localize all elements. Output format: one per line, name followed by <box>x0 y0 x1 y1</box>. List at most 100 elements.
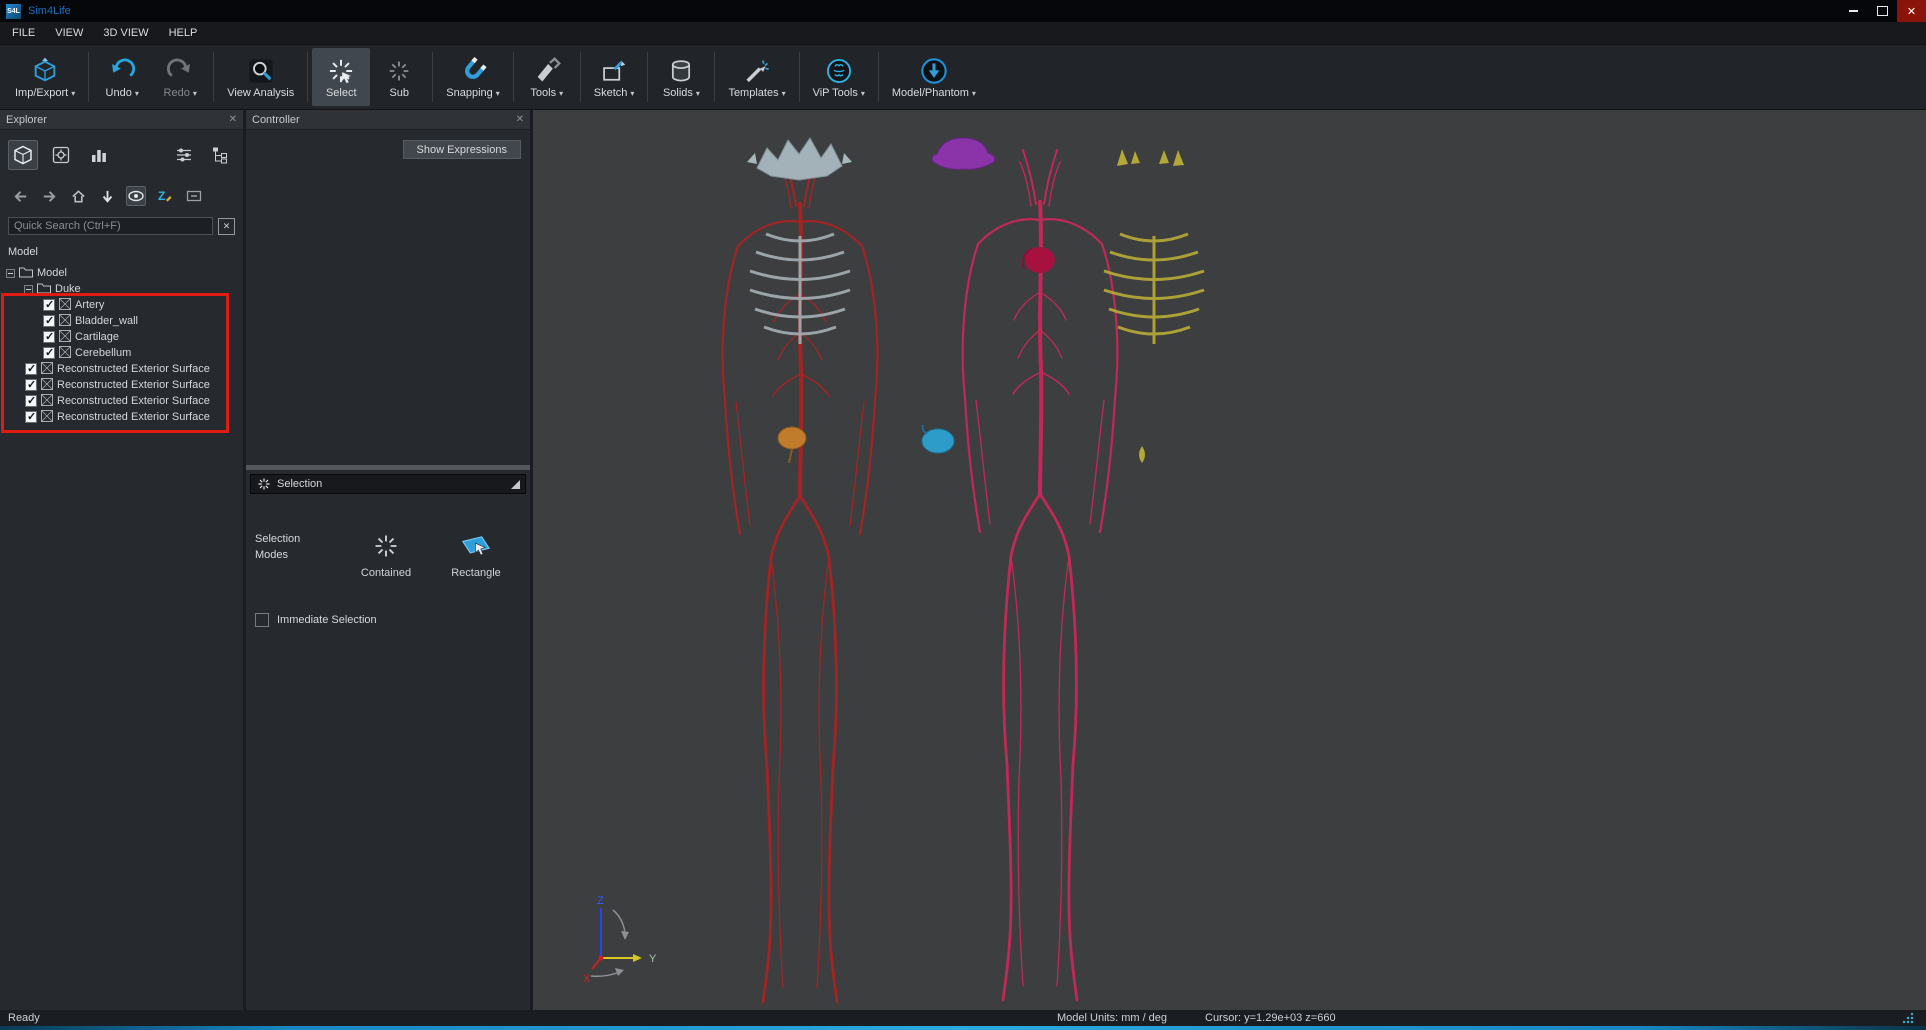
select-button[interactable]: Select <box>312 48 370 106</box>
controller-title: Controller <box>252 114 300 126</box>
controller-empty-area <box>246 159 530 465</box>
analysis-view-button[interactable] <box>84 140 114 170</box>
toolbar-separator <box>714 52 715 102</box>
resize-grip-icon[interactable] <box>1902 1012 1914 1027</box>
menu-item-help[interactable]: HELP <box>169 27 198 39</box>
tree-item-reconstructed-surface-2[interactable]: Reconstructed Exterior Surface <box>0 377 243 393</box>
gear-box-icon <box>51 145 71 165</box>
sketch-button[interactable]: Sketch <box>585 48 644 106</box>
selection-modes-section: Selection Modes Contained Rectangle <box>246 532 530 579</box>
status-bar: Ready Model Units: mm / deg Cursor: y=1.… <box>0 1010 1926 1026</box>
expander-icon[interactable] <box>24 285 33 294</box>
checkbox[interactable] <box>25 363 37 375</box>
immediate-selection-checkbox[interactable] <box>255 613 269 627</box>
tree-options-button[interactable] <box>205 140 235 170</box>
surface-icon <box>59 330 71 345</box>
tools-button[interactable]: Tools <box>518 48 576 106</box>
filter-button[interactable] <box>169 140 199 170</box>
checkbox[interactable] <box>43 299 55 311</box>
accent-gradient-bar <box>0 1026 1926 1030</box>
back-button[interactable] <box>10 186 30 206</box>
tree-item-cerebellum[interactable]: Cerebellum <box>0 345 243 361</box>
visibility-button[interactable] <box>126 186 146 206</box>
checkbox[interactable] <box>43 347 55 359</box>
menu-item-3d-view[interactable]: 3D VIEW <box>103 27 148 39</box>
horizontal-splitter[interactable] <box>246 465 530 470</box>
model-tree: Model Duke Artery Bladder_wall Cartilag <box>0 265 243 1010</box>
undo-button[interactable]: Undo <box>93 48 151 106</box>
chevron-down-icon[interactable] <box>861 87 865 99</box>
view-analysis-button[interactable]: View Analysis <box>218 48 303 106</box>
snapping-button[interactable]: Snapping <box>437 48 509 106</box>
status-ready: Ready <box>8 1012 40 1024</box>
collapse-all-button[interactable] <box>184 186 204 206</box>
mode-contained[interactable]: Contained <box>351 532 421 579</box>
chevron-down-icon[interactable] <box>972 87 976 99</box>
vip-tools-button[interactable]: ViP Tools <box>804 48 874 106</box>
home-button[interactable] <box>68 186 88 206</box>
sliders-icon <box>174 145 194 165</box>
goto-selected-button[interactable] <box>97 186 117 206</box>
chevron-down-icon[interactable] <box>630 87 634 99</box>
simulation-view-button[interactable] <box>46 140 76 170</box>
checkbox[interactable] <box>43 315 55 327</box>
checkbox[interactable] <box>25 379 37 391</box>
checkbox[interactable] <box>25 411 37 423</box>
sub-select-button[interactable]: Sub <box>370 48 428 106</box>
tree-node-duke[interactable]: Duke <box>0 281 243 297</box>
chevron-down-icon[interactable] <box>559 87 563 99</box>
templates-button[interactable]: Templates <box>719 48 794 106</box>
controller-panel: Controller Show Expressions Selection Se… <box>246 110 530 1010</box>
tree-item-reconstructed-surface-1[interactable]: Reconstructed Exterior Surface <box>0 361 243 377</box>
surface-icon <box>59 298 71 313</box>
menu-item-view[interactable]: VIEW <box>55 27 83 39</box>
forward-button[interactable] <box>39 186 59 206</box>
surface-icon <box>59 346 71 361</box>
tree-node-model[interactable]: Model <box>0 265 243 281</box>
axis-y-label: Y <box>649 953 657 965</box>
chevron-down-icon[interactable] <box>193 87 197 99</box>
chevron-down-icon[interactable] <box>135 87 139 99</box>
model-phantom-button[interactable]: Model/Phantom <box>883 48 985 106</box>
sort-z-button[interactable]: Z <box>155 186 175 206</box>
expander-icon[interactable] <box>6 269 15 278</box>
toolbar-separator <box>88 52 89 102</box>
toolbar-separator <box>307 52 308 102</box>
cube-icon <box>12 144 34 166</box>
checkbox[interactable] <box>25 395 37 407</box>
redo-button[interactable]: Redo <box>151 48 209 106</box>
tree-item-artery[interactable]: Artery <box>0 297 243 313</box>
controller-header: Controller <box>246 110 530 130</box>
maximize-button[interactable] <box>1868 0 1897 22</box>
selection-section-title: Selection <box>277 478 322 490</box>
show-expressions-button[interactable]: Show Expressions <box>403 140 522 159</box>
search-input[interactable] <box>8 217 213 235</box>
toolbar-separator <box>799 52 800 102</box>
axis-z-label: Z <box>597 895 604 907</box>
imp-export-button[interactable]: Imp/Export <box>6 48 84 106</box>
model-view-button[interactable] <box>8 140 38 170</box>
clear-search-button[interactable] <box>218 218 235 235</box>
chevron-down-icon[interactable] <box>71 87 75 99</box>
close-icon[interactable] <box>516 114 524 125</box>
tree-item-cartilage[interactable]: Cartilage <box>0 329 243 345</box>
tree-item-reconstructed-surface-4[interactable]: Reconstructed Exterior Surface <box>0 409 243 425</box>
close-icon[interactable] <box>229 114 237 125</box>
viewport-3d[interactable]: Z Y X <box>533 110 1926 1010</box>
tree-item-bladder-wall[interactable]: Bladder_wall <box>0 313 243 329</box>
minimize-button[interactable] <box>1839 0 1868 22</box>
chevron-down-icon[interactable] <box>696 87 700 99</box>
checkbox[interactable] <box>43 331 55 343</box>
main-content: Explorer <box>0 110 1926 1010</box>
tree-item-reconstructed-surface-3[interactable]: Reconstructed Exterior Surface <box>0 393 243 409</box>
chevron-down-icon[interactable] <box>496 87 500 99</box>
menu-item-file[interactable]: FILE <box>12 27 35 39</box>
magnifier-icon <box>247 55 275 87</box>
chevron-down-icon[interactable] <box>782 87 786 99</box>
mode-rectangle[interactable]: Rectangle <box>441 532 511 579</box>
solids-button[interactable]: Solids <box>652 48 710 106</box>
explorer-toolbar <box>0 130 243 170</box>
close-button[interactable] <box>1897 0 1926 22</box>
select-cursor-icon <box>257 477 271 491</box>
selection-section-bar[interactable]: Selection <box>250 474 526 494</box>
